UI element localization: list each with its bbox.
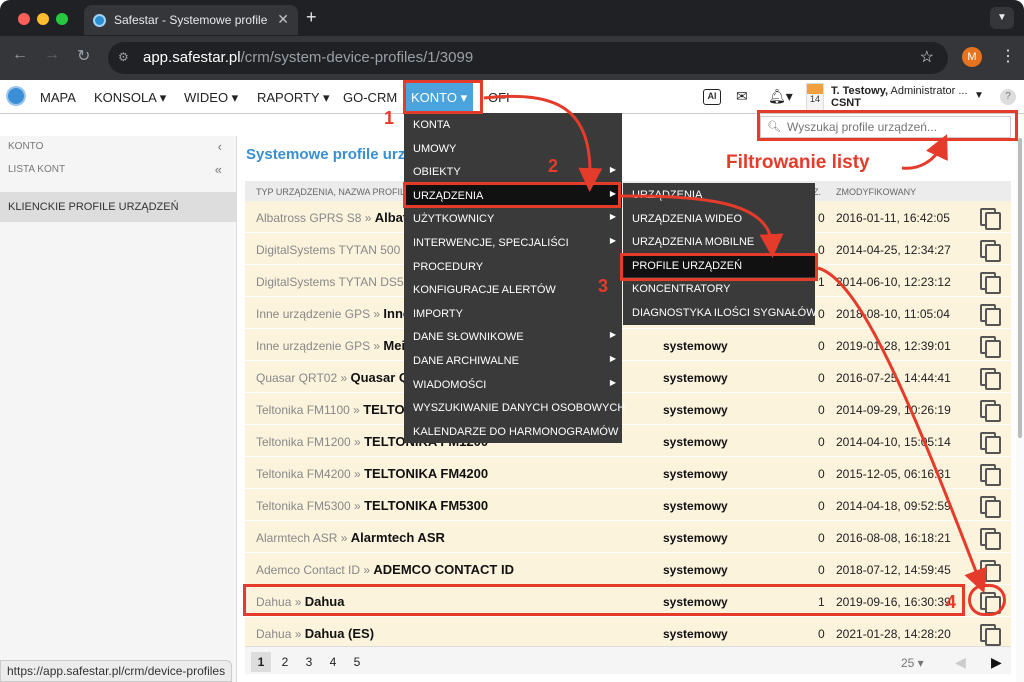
arrow-to-search [901,134,948,170]
annotation-arrows [483,94,987,594]
arrow-step-2-to-3 [620,194,784,258]
arrow-step-3-to-4 [817,266,987,594]
arrow-step-1-to-2 [483,94,603,192]
